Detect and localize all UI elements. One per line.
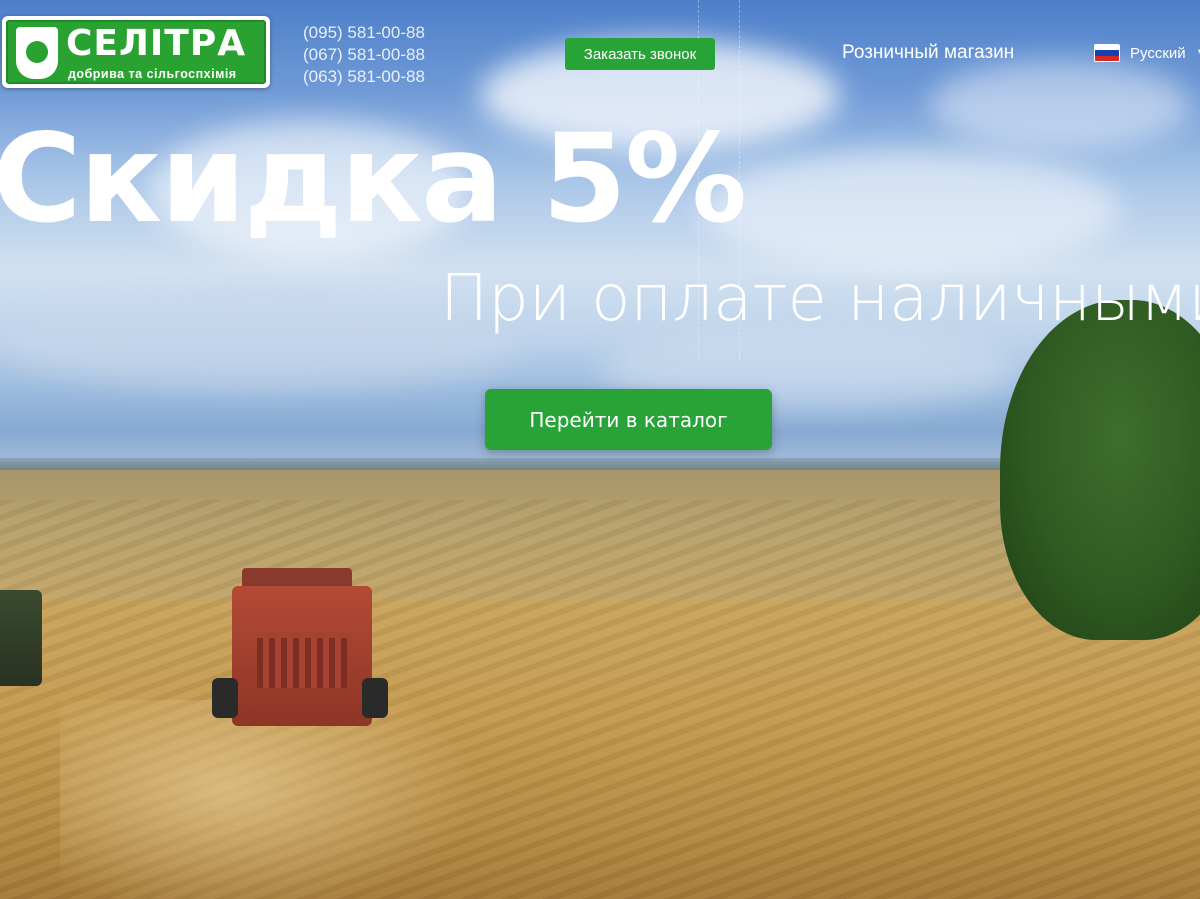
logo-badge: СЕЛІТРА добрива та сільгоспхімія [6, 20, 266, 84]
hero-subheadline: При оплате наличными [440, 262, 1200, 336]
order-call-button[interactable]: Заказать звонок [565, 38, 715, 70]
brand-name: СЕЛІТРА [66, 23, 247, 64]
brand-tagline: добрива та сільгоспхімія [68, 67, 237, 81]
combine-harvester [212, 568, 402, 748]
site-header: СЕЛІТРА добрива та сільгоспхімія (095) 5… [0, 0, 1200, 100]
hero-section: СЕЛІТРА добрива та сільгоспхімія (095) 5… [0, 0, 1200, 899]
hero-headline: Скидка 5% [0, 108, 747, 250]
chevron-down-icon: ▼ [1196, 47, 1200, 59]
phone-number[interactable]: (095) 581-00-88 [303, 22, 425, 44]
phone-number[interactable]: (067) 581-00-88 [303, 44, 425, 66]
phone-number[interactable]: (063) 581-00-88 [303, 66, 425, 88]
logo-emblem-icon [16, 27, 58, 79]
logo[interactable]: СЕЛІТРА добрива та сільгоспхімія [2, 16, 270, 88]
go-to-catalog-button[interactable]: Перейти в каталог [485, 389, 772, 450]
phone-list: (095) 581-00-88 (067) 581-00-88 (063) 58… [303, 22, 425, 88]
russia-flag-icon [1094, 44, 1120, 62]
retail-store-link[interactable]: Розничный магазин [842, 42, 1014, 64]
tree [1000, 300, 1200, 640]
language-selector[interactable]: Русский ▼ [1094, 44, 1200, 62]
tractor [0, 590, 42, 686]
language-label: Русский [1130, 44, 1186, 62]
